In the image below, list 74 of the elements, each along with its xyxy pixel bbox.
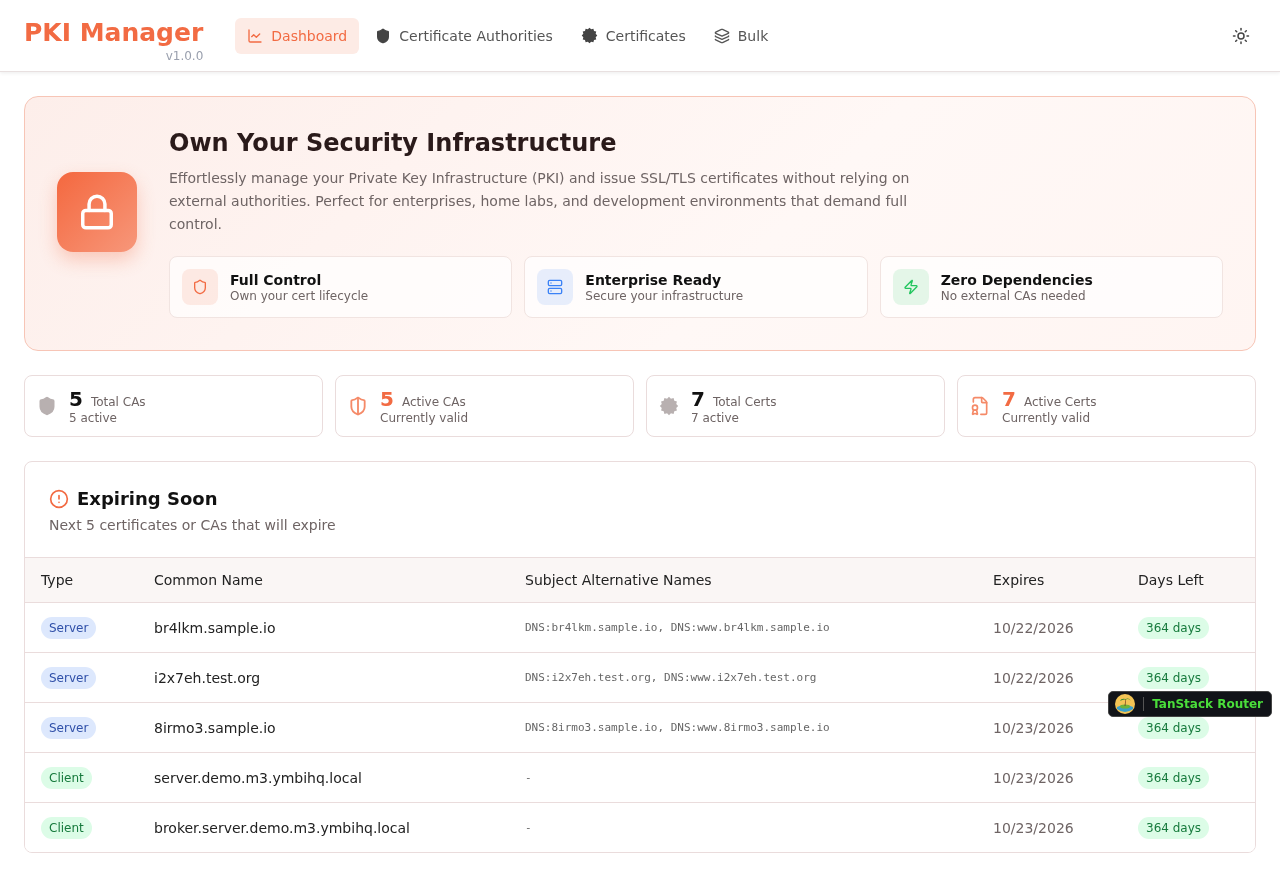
app-title: PKI Manager: [24, 18, 204, 47]
common-name-cell-text: 8irmo3.sample.io: [154, 719, 277, 736]
days-left-tag: 364 days: [1138, 716, 1210, 739]
column-header: Subject Alternative Names: [525, 572, 713, 588]
san-cell-text: DNS:br4lkm.sample.io, DNS:www.br4lkm.sample.io: [525, 621, 831, 634]
feature-title: Enterprise Ready: [585, 271, 723, 288]
badge-icon: [659, 396, 679, 416]
badge-icon: [580, 27, 598, 44]
san-cell-text: DNS:8irmo3.sample.io, DNS:www.8irmo3.sample.io: [525, 721, 831, 734]
stat-value: 7: [691, 387, 705, 411]
stat-subtitle: 5 active: [69, 411, 118, 425]
feature-subtitle: No external CAs needed: [940, 288, 1087, 303]
column-header: Days Left: [1138, 572, 1205, 588]
days-left-tag: 364 days: [1138, 766, 1210, 789]
stat-label: Active Certs: [1023, 395, 1097, 409]
hero-description: Effortlessly manage your Private Key Infrastructure (PKI) and issue SSL/TLS certificates without relying on external authorities. Perfect for enterprises, home labs, and development environments that demand full control.: [169, 169, 911, 234]
san-cell-text: -: [525, 771, 533, 784]
expires-cell-text: 10/23/2026: [993, 769, 1075, 786]
days-left-tag: 364 days: [1138, 816, 1210, 839]
stat-subtitle: Currently valid: [1002, 411, 1092, 425]
file-icon: [970, 396, 990, 416]
nav-tab[interactable]: Certificate Authorities: [363, 17, 565, 54]
stat-subtitle: 7 active: [691, 411, 740, 425]
san-cell-text: DNS:i2x7eh.test.org, DNS:www.i2x7eh.test.org: [525, 671, 818, 684]
devtools-label: TanStack Router: [1143, 697, 1263, 711]
lock-icon: [78, 192, 116, 231]
expires-cell-text: 10/22/2026: [993, 669, 1075, 686]
stat-value: 5: [380, 387, 394, 411]
nav-tab[interactable]: Bulk: [701, 17, 781, 54]
lightning-icon: [902, 279, 919, 295]
card-title: Expiring Soon: [77, 488, 218, 509]
days-left-tag: 364 days: [1138, 666, 1210, 689]
chart-icon: [247, 27, 264, 44]
common-name-cell-text: broker.server.demo.m3.ymbihq.local: [154, 819, 411, 836]
card-subtitle: Next 5 certificates or CAs that will expire: [49, 517, 337, 533]
column-header: Expires: [993, 572, 1046, 588]
expires-cell-text: 10/23/2026: [993, 719, 1075, 736]
stat-subtitle: Currently valid: [380, 411, 469, 425]
common-name-cell-text: server.demo.m3.ymbihq.local: [154, 769, 363, 786]
common-name-cell-text: i2x7eh.test.org: [154, 669, 262, 686]
expires-cell-text: 10/22/2026: [993, 619, 1075, 636]
alert-icon: [49, 488, 69, 509]
stat-label: Active CAs: [401, 395, 466, 409]
stat-value: 7: [1002, 387, 1016, 411]
days-left-tag: 364 days: [1138, 616, 1210, 639]
island-logo-icon: [1115, 694, 1136, 714]
feature-title: Zero Dependencies: [940, 271, 1093, 288]
shield-icon: [375, 27, 392, 44]
common-name-cell-text: br4lkm.sample.io: [154, 619, 277, 636]
stat-value: 5: [69, 387, 83, 411]
layers-icon: [713, 27, 730, 44]
nav-tab[interactable]: Certificates: [568, 17, 698, 54]
devtools-badge[interactable]: TanStack Router: [1108, 691, 1272, 717]
feature-subtitle: Own your cert lifecycle: [230, 288, 369, 303]
hero-title: Own Your Security Infrastructure: [169, 129, 618, 157]
column-header: Common Name: [154, 572, 264, 588]
type-tag: Server: [41, 666, 97, 689]
sun-icon: [1232, 26, 1250, 45]
column-header: Type: [41, 572, 75, 588]
shield-icon: [348, 396, 368, 416]
type-tag: Server: [41, 716, 97, 739]
stat-label: Total Certs: [712, 395, 777, 409]
feature-subtitle: Secure your infrastructure: [585, 288, 744, 303]
feature-title: Full Control: [230, 271, 323, 288]
san-cell-text: -: [525, 821, 533, 834]
version-label: v1.0.0: [165, 48, 204, 63]
server-icon: [547, 279, 564, 295]
expires-cell-text: 10/23/2026: [993, 819, 1075, 836]
type-tag: Client: [41, 766, 92, 789]
shield-icon: [192, 279, 208, 295]
shield-icon: [37, 396, 57, 416]
type-tag: Server: [41, 616, 97, 639]
type-tag: Client: [41, 816, 92, 839]
stat-label: Total CAs: [90, 395, 146, 409]
